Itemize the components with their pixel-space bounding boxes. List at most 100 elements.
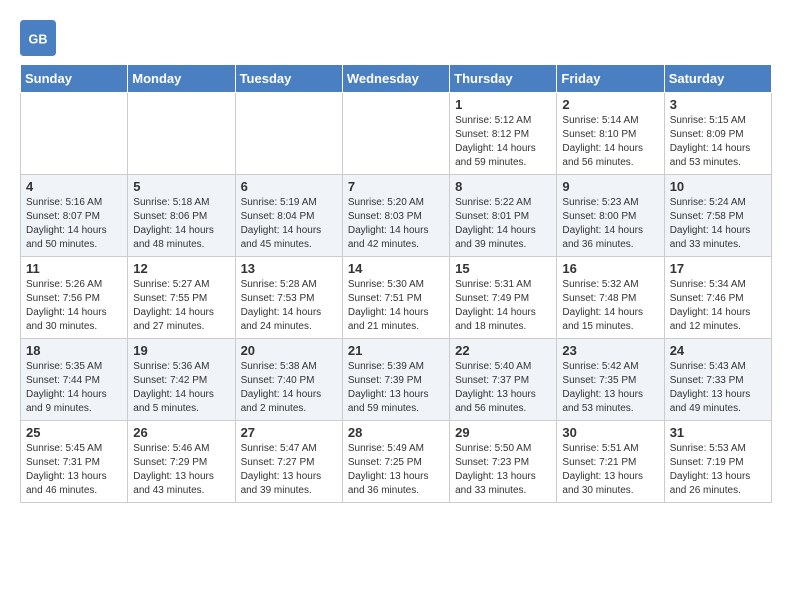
day-info: Sunrise: 5:19 AM Sunset: 8:04 PM Dayligh… xyxy=(241,196,337,252)
day-number: 13 xyxy=(241,261,337,276)
day-number: 8 xyxy=(455,179,551,194)
calendar-day-cell: 4 Sunrise: 5:16 AM Sunset: 8:07 PM Daylig… xyxy=(21,175,128,257)
calendar-day-cell: 28Sunrise: 5:49 AM Sunset: 7:25 PM Dayli… xyxy=(342,421,449,503)
day-number: 19 xyxy=(133,343,229,358)
logo: GB xyxy=(20,20,62,56)
day-info: Sunrise: 5:16 AM Sunset: 8:07 PM Dayligh… xyxy=(26,196,122,252)
day-info: Sunrise: 5:20 AM Sunset: 8:03 PM Dayligh… xyxy=(348,196,444,252)
calendar-day-cell: 22Sunrise: 5:40 AM Sunset: 7:37 PM Dayli… xyxy=(450,339,557,421)
calendar-header-row: SundayMondayTuesdayWednesdayThursdayFrid… xyxy=(21,65,772,93)
day-number: 1 xyxy=(455,97,551,112)
calendar-day-cell: 12 Sunrise: 5:27 AM Sunset: 7:55 PM Dayli… xyxy=(128,257,235,339)
calendar-week-row: 1 Sunrise: 5:12 AM Sunset: 8:12 PM Daylig… xyxy=(21,93,772,175)
day-info: Sunrise: 5:35 AM Sunset: 7:44 PM Dayligh… xyxy=(26,360,122,416)
day-number: 11 xyxy=(26,261,122,276)
calendar-day-cell: 5 Sunrise: 5:18 AM Sunset: 8:06 PM Daylig… xyxy=(128,175,235,257)
day-of-week-header: Saturday xyxy=(664,65,771,93)
day-number: 2 xyxy=(562,97,658,112)
day-info: Sunrise: 5:30 AM Sunset: 7:51 PM Dayligh… xyxy=(348,278,444,334)
day-number: 26 xyxy=(133,425,229,440)
calendar-day-cell: 20Sunrise: 5:38 AM Sunset: 7:40 PM Dayli… xyxy=(235,339,342,421)
day-number: 4 xyxy=(26,179,122,194)
calendar-day-cell: 30Sunrise: 5:51 AM Sunset: 7:21 PM Dayli… xyxy=(557,421,664,503)
calendar-day-cell: 13 Sunrise: 5:28 AM Sunset: 7:53 PM Dayli… xyxy=(235,257,342,339)
day-number: 21 xyxy=(348,343,444,358)
day-number: 10 xyxy=(670,179,766,194)
calendar-day-cell xyxy=(235,93,342,175)
calendar-day-cell: 27Sunrise: 5:47 AM Sunset: 7:27 PM Dayli… xyxy=(235,421,342,503)
calendar-day-cell xyxy=(342,93,449,175)
day-info: Sunrise: 5:14 AM Sunset: 8:10 PM Dayligh… xyxy=(562,114,658,170)
day-info: Sunrise: 5:24 AM Sunset: 7:58 PM Dayligh… xyxy=(670,196,766,252)
calendar-day-cell: 17 Sunrise: 5:34 AM Sunset: 7:46 PM Dayli… xyxy=(664,257,771,339)
day-info: Sunrise: 5:26 AM Sunset: 7:56 PM Dayligh… xyxy=(26,278,122,334)
calendar-day-cell: 23Sunrise: 5:42 AM Sunset: 7:35 PM Dayli… xyxy=(557,339,664,421)
day-info: Sunrise: 5:45 AM Sunset: 7:31 PM Dayligh… xyxy=(26,442,122,498)
day-number: 25 xyxy=(26,425,122,440)
day-info: Sunrise: 5:53 AM Sunset: 7:19 PM Dayligh… xyxy=(670,442,766,498)
calendar-day-cell: 15 Sunrise: 5:31 AM Sunset: 7:49 PM Dayli… xyxy=(450,257,557,339)
calendar-day-cell: 7Sunrise: 5:20 AM Sunset: 8:03 PM Daylig… xyxy=(342,175,449,257)
day-number: 28 xyxy=(348,425,444,440)
calendar-day-cell: 19 Sunrise: 5:36 AM Sunset: 7:42 PM Dayli… xyxy=(128,339,235,421)
day-number: 29 xyxy=(455,425,551,440)
day-info: Sunrise: 5:22 AM Sunset: 8:01 PM Dayligh… xyxy=(455,196,551,252)
day-of-week-header: Thursday xyxy=(450,65,557,93)
day-info: Sunrise: 5:28 AM Sunset: 7:53 PM Dayligh… xyxy=(241,278,337,334)
day-of-week-header: Tuesday xyxy=(235,65,342,93)
day-of-week-header: Wednesday xyxy=(342,65,449,93)
calendar-day-cell: 31Sunrise: 5:53 AM Sunset: 7:19 PM Dayli… xyxy=(664,421,771,503)
day-info: Sunrise: 5:50 AM Sunset: 7:23 PM Dayligh… xyxy=(455,442,551,498)
day-number: 6 xyxy=(241,179,337,194)
day-number: 18 xyxy=(26,343,122,358)
day-number: 30 xyxy=(562,425,658,440)
calendar-day-cell: 10 Sunrise: 5:24 AM Sunset: 7:58 PM Dayli… xyxy=(664,175,771,257)
day-info: Sunrise: 5:12 AM Sunset: 8:12 PM Dayligh… xyxy=(455,114,551,170)
day-number: 15 xyxy=(455,261,551,276)
day-info: Sunrise: 5:43 AM Sunset: 7:33 PM Dayligh… xyxy=(670,360,766,416)
calendar-day-cell xyxy=(21,93,128,175)
calendar-day-cell: 6 Sunrise: 5:19 AM Sunset: 8:04 PM Daylig… xyxy=(235,175,342,257)
logo-icon: GB xyxy=(20,20,56,56)
day-number: 5 xyxy=(133,179,229,194)
day-number: 3 xyxy=(670,97,766,112)
page-header: GB xyxy=(20,20,772,56)
calendar-day-cell: 21 Sunrise: 5:39 AM Sunset: 7:39 PM Dayli… xyxy=(342,339,449,421)
svg-text:GB: GB xyxy=(29,32,48,46)
day-number: 17 xyxy=(670,261,766,276)
calendar-day-cell: 14 Sunrise: 5:30 AM Sunset: 7:51 PM Dayli… xyxy=(342,257,449,339)
calendar-day-cell: 11 Sunrise: 5:26 AM Sunset: 7:56 PM Dayli… xyxy=(21,257,128,339)
day-number: 22 xyxy=(455,343,551,358)
day-number: 12 xyxy=(133,261,229,276)
day-of-week-header: Sunday xyxy=(21,65,128,93)
calendar-day-cell: 24 Sunrise: 5:43 AM Sunset: 7:33 PM Dayli… xyxy=(664,339,771,421)
calendar-day-cell: 2 Sunrise: 5:14 AM Sunset: 8:10 PM Daylig… xyxy=(557,93,664,175)
calendar-week-row: 25 Sunrise: 5:45 AM Sunset: 7:31 PM Dayli… xyxy=(21,421,772,503)
day-info: Sunrise: 5:18 AM Sunset: 8:06 PM Dayligh… xyxy=(133,196,229,252)
calendar-day-cell: 3 Sunrise: 5:15 AM Sunset: 8:09 PM Daylig… xyxy=(664,93,771,175)
day-of-week-header: Friday xyxy=(557,65,664,93)
calendar-day-cell xyxy=(128,93,235,175)
day-info: Sunrise: 5:31 AM Sunset: 7:49 PM Dayligh… xyxy=(455,278,551,334)
day-number: 20 xyxy=(241,343,337,358)
day-info: Sunrise: 5:39 AM Sunset: 7:39 PM Dayligh… xyxy=(348,360,444,416)
calendar-week-row: 4 Sunrise: 5:16 AM Sunset: 8:07 PM Daylig… xyxy=(21,175,772,257)
day-info: Sunrise: 5:15 AM Sunset: 8:09 PM Dayligh… xyxy=(670,114,766,170)
calendar-table: SundayMondayTuesdayWednesdayThursdayFrid… xyxy=(20,64,772,503)
day-number: 14 xyxy=(348,261,444,276)
calendar-week-row: 18 Sunrise: 5:35 AM Sunset: 7:44 PM Dayli… xyxy=(21,339,772,421)
day-info: Sunrise: 5:36 AM Sunset: 7:42 PM Dayligh… xyxy=(133,360,229,416)
day-number: 16 xyxy=(562,261,658,276)
day-info: Sunrise: 5:27 AM Sunset: 7:55 PM Dayligh… xyxy=(133,278,229,334)
calendar-day-cell: 16Sunrise: 5:32 AM Sunset: 7:48 PM Dayli… xyxy=(557,257,664,339)
calendar-day-cell: 1 Sunrise: 5:12 AM Sunset: 8:12 PM Daylig… xyxy=(450,93,557,175)
day-of-week-header: Monday xyxy=(128,65,235,93)
calendar-day-cell: 29 Sunrise: 5:50 AM Sunset: 7:23 PM Dayli… xyxy=(450,421,557,503)
day-number: 24 xyxy=(670,343,766,358)
calendar-day-cell: 8 Sunrise: 5:22 AM Sunset: 8:01 PM Daylig… xyxy=(450,175,557,257)
day-info: Sunrise: 5:34 AM Sunset: 7:46 PM Dayligh… xyxy=(670,278,766,334)
day-info: Sunrise: 5:46 AM Sunset: 7:29 PM Dayligh… xyxy=(133,442,229,498)
calendar-week-row: 11 Sunrise: 5:26 AM Sunset: 7:56 PM Dayli… xyxy=(21,257,772,339)
day-number: 23 xyxy=(562,343,658,358)
day-info: Sunrise: 5:47 AM Sunset: 7:27 PM Dayligh… xyxy=(241,442,337,498)
